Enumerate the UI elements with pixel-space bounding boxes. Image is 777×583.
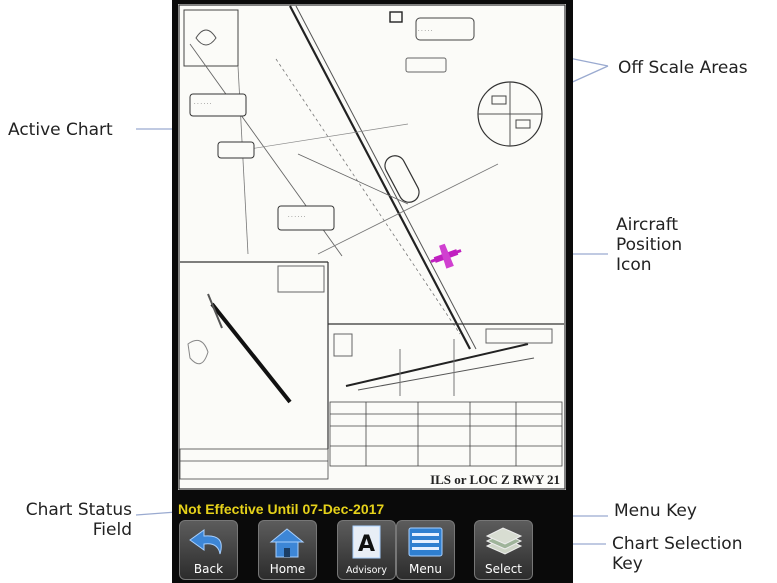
advisory-key[interactable]: A Advisory	[337, 520, 396, 580]
back-key-label: Back	[193, 562, 224, 576]
chart-stack-icon	[485, 527, 523, 555]
svg-text:· · · · ·: · · · · ·	[418, 28, 433, 34]
profile-view	[333, 328, 553, 396]
device-screen: · · · · · · · · · · · · · · · · · ILS or…	[172, 0, 573, 583]
aircraft-position-icon-callout: Aircraft Position Icon	[616, 215, 682, 275]
menu-key-label: Menu	[409, 562, 442, 576]
airport-diagram	[187, 265, 325, 404]
aircraft-position-icon-callout-line-2: Position	[616, 235, 683, 255]
svg-text:· · · · · ·: · · · · · ·	[194, 101, 212, 107]
chart-selection-key-callout-line-2: Key	[612, 554, 643, 574]
chart-selection-key-label: Select	[484, 562, 523, 576]
home-key[interactable]: Home	[258, 520, 317, 580]
menu-key[interactable]: Menu	[396, 520, 455, 580]
aircraft-position-icon-callout-line-1: Aircraft	[616, 215, 679, 235]
off-scale-box-top	[389, 11, 403, 23]
chart-selection-key-callout-line-1: Chart Selection	[612, 534, 743, 554]
home-icon	[269, 528, 305, 558]
aircraft-position-icon	[430, 243, 462, 269]
svg-text:A: A	[358, 532, 375, 557]
chart-status-field: Not Effective Until 07-Dec-2017	[178, 501, 385, 517]
aircraft-position-icon-callout-line-3: Icon	[616, 255, 652, 275]
home-key-label: Home	[269, 562, 306, 576]
advisory-key-label: Advisory	[346, 565, 387, 576]
chart-selection-key-callout: Chart Selection Key	[612, 534, 742, 574]
approach-chart-graphic: · · · · · · · · · · · · · · · · · ILS or…	[178, 4, 566, 490]
chart-selection-key[interactable]: Select	[474, 520, 533, 580]
chart-status-field-callout-line-1: Chart Status	[25, 500, 132, 520]
advisory-icon: A	[352, 525, 381, 559]
chart-title: ILS or LOC Z RWY 21	[430, 472, 560, 487]
minimums-table	[179, 401, 563, 480]
off-scale-areas-callout: Off Scale Areas	[618, 58, 748, 78]
active-chart-callout: Active Chart	[8, 120, 113, 140]
menu-key-callout: Menu Key	[614, 501, 697, 521]
svg-text:· · · · · ·: · · · · · ·	[288, 214, 306, 220]
active-chart[interactable]: · · · · · · · · · · · · · · · · · ILS or…	[178, 4, 566, 490]
msa-circle	[477, 81, 543, 147]
chart-status-field-callout-line-2: Field	[92, 520, 132, 540]
chart-status-field-callout: Chart Status Field	[8, 500, 132, 540]
back-key[interactable]: Back	[179, 520, 238, 580]
menu-list-icon	[408, 527, 443, 557]
back-arrow-icon	[189, 529, 222, 555]
